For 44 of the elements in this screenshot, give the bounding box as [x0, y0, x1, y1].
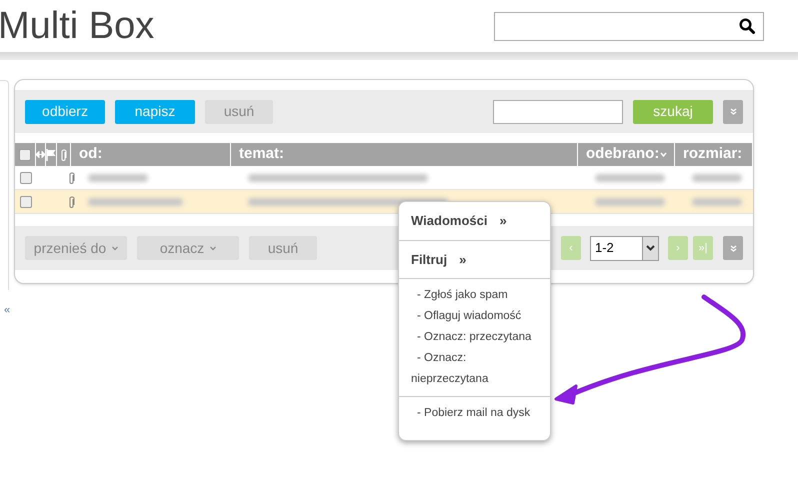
- menu-item[interactable]: - Pobierz mail na dysk: [399, 403, 550, 424]
- dropdown-button[interactable]: oznacz: [137, 236, 239, 260]
- expand-button[interactable]: [723, 236, 743, 260]
- menu-item[interactable]: - Oznacz: przeczytana: [399, 327, 550, 348]
- row-checkbox[interactable]: [20, 196, 32, 208]
- sort-chevron-icon[interactable]: [660, 152, 668, 158]
- search-field[interactable]: [494, 12, 764, 40]
- message-row[interactable]: [15, 166, 753, 190]
- submenu-item[interactable]: Wiadomości »: [399, 211, 550, 230]
- toolbar-button[interactable]: napisz: [115, 100, 195, 124]
- previous-page-button[interactable]: ‹: [561, 236, 581, 260]
- search-button[interactable]: szukaj: [633, 100, 713, 124]
- blurred-text: [692, 198, 742, 206]
- search-icon[interactable]: [739, 18, 755, 34]
- column-header[interactable]: rozmiar:: [683, 143, 742, 166]
- blurred-text: [595, 198, 665, 206]
- expand-button[interactable]: [723, 100, 743, 124]
- caret-icon: [646, 245, 655, 251]
- row-checkbox[interactable]: [20, 172, 32, 184]
- search-input[interactable]: [493, 100, 623, 124]
- toolbar-button[interactable]: odbierz: [25, 100, 105, 124]
- menu-item[interactable]: - Oflaguj wiadomość: [399, 306, 550, 327]
- double-chevron-icon: [730, 244, 736, 252]
- caret-icon: [210, 246, 216, 250]
- menu-item[interactable]: - Zgłoś jako spam: [399, 285, 550, 306]
- collapse-link[interactable]: «: [4, 302, 10, 318]
- dropdown-button[interactable]: przenieś do: [25, 236, 127, 260]
- column-header[interactable]: odebrano:: [586, 143, 660, 166]
- app-title: Multi Box: [0, 7, 154, 45]
- paperclip-icon: [60, 148, 67, 162]
- delete-button[interactable]: usuń: [249, 236, 317, 260]
- select-all-checkbox[interactable]: [19, 148, 31, 160]
- last-page-button[interactable]: »|: [693, 236, 713, 260]
- column-header[interactable]: temat:: [239, 143, 284, 166]
- submenu-item[interactable]: Filtruj »: [399, 250, 550, 269]
- double-chevron-icon: [730, 108, 736, 115]
- next-page-button[interactable]: ›: [668, 236, 688, 260]
- caret-icon: [112, 246, 118, 250]
- page-select[interactable]: 1-2: [590, 236, 659, 260]
- column-header[interactable]: od:: [79, 143, 102, 166]
- menu-item[interactable]: - Oznacz: nieprzeczytana: [399, 348, 550, 390]
- blurred-text: [595, 174, 665, 182]
- blurred-text: [88, 174, 148, 182]
- blurred-text: [692, 174, 742, 182]
